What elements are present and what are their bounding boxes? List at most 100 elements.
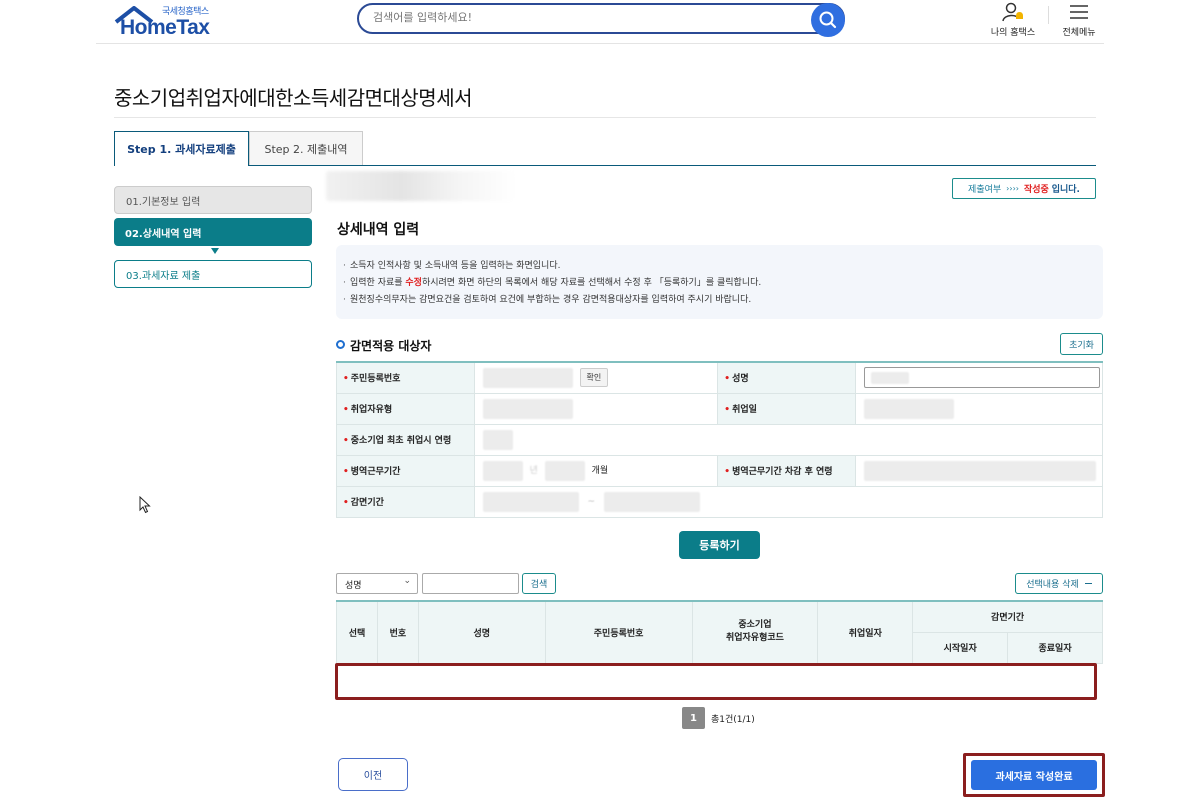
reset-button[interactable]: 초기화 xyxy=(1060,333,1103,355)
military-label-cell: • 병역근무기간 xyxy=(336,454,475,487)
status-value: 작성중 xyxy=(1023,185,1049,195)
tab-step2[interactable]: Step 2. 제출내역 xyxy=(249,131,363,165)
military-month-input[interactable] xyxy=(544,460,585,481)
type-select[interactable] xyxy=(482,398,573,419)
search-box xyxy=(357,3,845,37)
military-month-unit: 개월 xyxy=(591,466,609,476)
tabs-divider xyxy=(114,165,1096,166)
logo-text: HomeTax xyxy=(120,16,210,39)
empty-table-row xyxy=(335,663,1097,700)
filter-select-value: 성명 xyxy=(345,581,362,591)
step-arrow-icon xyxy=(211,248,219,254)
hire-date-input[interactable] xyxy=(863,398,954,419)
full-menu-button[interactable]: 전체메뉴 xyxy=(1049,2,1109,42)
step-detail-input[interactable]: 02.상세내역 입력 xyxy=(114,218,312,246)
mouse-cursor-icon xyxy=(139,496,151,514)
target-form-table: • 주민등록번호 확인 • 성명 • 취업자유형 • 취업일 • 중소기업 최초 취업시 … xyxy=(336,361,1104,518)
minus-icon xyxy=(1084,582,1092,585)
period-start-input[interactable] xyxy=(482,491,579,512)
page-number-current[interactable]: 1 xyxy=(682,707,705,729)
filter-search-input[interactable] xyxy=(422,573,519,594)
user-bell-icon xyxy=(1002,2,1023,22)
hire-date-label-cell: • 취업일 xyxy=(717,392,856,425)
col-select: 선택 xyxy=(336,600,378,664)
status-tail: 입니다. xyxy=(1051,185,1080,195)
first-age-label: 중소기업 최초 취업시 연령 xyxy=(350,436,452,446)
after-age-label: 병역근무기간 차감 후 연령 xyxy=(732,467,833,477)
first-age-value xyxy=(482,429,513,450)
period-separator: ~ xyxy=(587,497,596,507)
name-label: 성명 xyxy=(732,374,749,385)
result-table: 선택 번호 성명 주민등록번호 중소기업 취업자유형코드 취업일자 감면기간 시… xyxy=(336,600,1103,664)
blurred-company-name xyxy=(326,171,516,201)
page-total-count: 총1건(1/1) xyxy=(711,715,755,725)
guide-text: 하시려면 화면 하단의 목록에서 해당 자료를 선택해서 수정 후 「등록하기」… xyxy=(421,278,762,288)
hire-date-label: 취업일 xyxy=(732,405,757,415)
register-button[interactable]: 등록하기 xyxy=(679,531,760,559)
form-subtitle: 감면적용 대상자 xyxy=(350,339,432,353)
name-label-cell: • 성명 xyxy=(717,361,856,394)
rrn-cell: 확인 xyxy=(473,361,719,394)
guide-item: 원천징수의무자는 감면요건을 검토하여 요건에 부합하는 경우 감면적용대상자를… xyxy=(343,292,1103,309)
search-list-button[interactable]: 검색 xyxy=(522,573,556,594)
subtitle-bullet-icon xyxy=(336,340,345,349)
col-hire-date: 취업일자 xyxy=(817,600,914,664)
first-age-cell xyxy=(473,423,1104,456)
step-basic-info[interactable]: 01.기본정보 입력 xyxy=(114,186,312,214)
hometax-logo[interactable]: 국세청홈택스 HomeTax xyxy=(114,2,224,40)
search-icon xyxy=(819,11,837,29)
guide-item: 입력한 자료를 수정하시려면 화면 하단의 목록에서 해당 자료를 선택해서 수… xyxy=(343,275,1103,292)
col-start-date: 시작일자 xyxy=(912,631,1009,664)
military-year-input[interactable] xyxy=(482,460,523,481)
section-title: 상세내역 입력 xyxy=(337,222,420,238)
type-cell xyxy=(473,392,719,425)
status-arrow: ›››› xyxy=(1006,184,1019,193)
after-age-cell xyxy=(854,454,1104,487)
full-menu-label: 전체메뉴 xyxy=(1062,28,1096,38)
col-rrn: 주민등록번호 xyxy=(544,600,693,664)
rrn-label-cell: • 주민등록번호 xyxy=(336,361,475,394)
step-submit[interactable]: 03.과세자료 제출 xyxy=(114,260,312,288)
title-divider xyxy=(114,117,1096,118)
period-cell: ~ xyxy=(473,485,1104,518)
hire-date-cell xyxy=(854,392,1104,425)
type-label: 취업자유형 xyxy=(350,405,393,415)
tab-step1[interactable]: Step 1. 과세자료제출 xyxy=(114,131,249,166)
search-input[interactable] xyxy=(373,11,793,24)
status-badge: 제출여부 ›››› 작성중 입니다. xyxy=(952,178,1096,199)
my-hometax-label: 나의 홈택스 xyxy=(990,28,1036,38)
rrn-label: 주민등록번호 xyxy=(350,374,401,385)
guide-item: 소득자 인적사항 및 소득내역 등을 입력하는 화면입니다. xyxy=(343,258,1103,275)
after-age-value xyxy=(863,460,1096,481)
guide-text: 입력한 자료를 xyxy=(350,278,406,288)
complete-button[interactable]: 과세자료 작성완료 xyxy=(971,760,1097,790)
my-hometax-button[interactable]: 나의 홈택스 xyxy=(983,2,1043,42)
search-button[interactable] xyxy=(811,3,845,37)
filter-select[interactable]: 성명 ⌄ xyxy=(336,573,418,594)
col-no: 번호 xyxy=(376,600,419,664)
period-label: 감면기간 xyxy=(350,498,384,508)
delete-selected-button[interactable]: 선택내용 삭제 xyxy=(1015,573,1103,594)
hamburger-menu-icon xyxy=(1070,5,1088,19)
guide-box: 소득자 인적사항 및 소득내역 등을 입력하는 화면입니다. 입력한 자료를 수… xyxy=(336,245,1103,319)
top-header: 국세청홈택스 HomeTax 나의 홈택스 전체메뉴 xyxy=(96,0,1104,44)
period-end-input[interactable] xyxy=(603,491,700,512)
first-age-label-cell: • 중소기업 최초 취업시 연령 xyxy=(336,423,475,456)
confirm-button[interactable]: 확인 xyxy=(579,368,609,388)
complete-button-highlight: 과세자료 작성완료 xyxy=(963,753,1105,797)
military-year-unit: 년 xyxy=(529,466,538,476)
military-label: 병역근무기간 xyxy=(350,467,401,477)
period-label-cell: • 감면기간 xyxy=(336,485,475,518)
col-name: 성명 xyxy=(417,600,546,664)
col-period: 감면기간 xyxy=(912,600,1103,633)
name-field[interactable] xyxy=(863,367,1100,389)
prev-button[interactable]: 이전 xyxy=(338,758,408,791)
chevron-down-icon: ⌄ xyxy=(403,576,411,586)
name-cell xyxy=(854,361,1104,394)
page-title: 중소기업취업자에대한소득세감면대상명세서 xyxy=(114,86,473,110)
guide-text: 소득자 인적사항 및 소득내역 등을 입력하는 화면입니다. xyxy=(350,261,561,271)
col-end-date: 종료일자 xyxy=(1007,631,1103,664)
delete-selected-label: 선택내용 삭제 xyxy=(1026,580,1079,590)
guide-text: 원천징수의무자는 감면요건을 검토하여 요건에 부합하는 경우 감면적용대상자를… xyxy=(350,295,752,305)
rrn-input[interactable] xyxy=(482,367,573,388)
